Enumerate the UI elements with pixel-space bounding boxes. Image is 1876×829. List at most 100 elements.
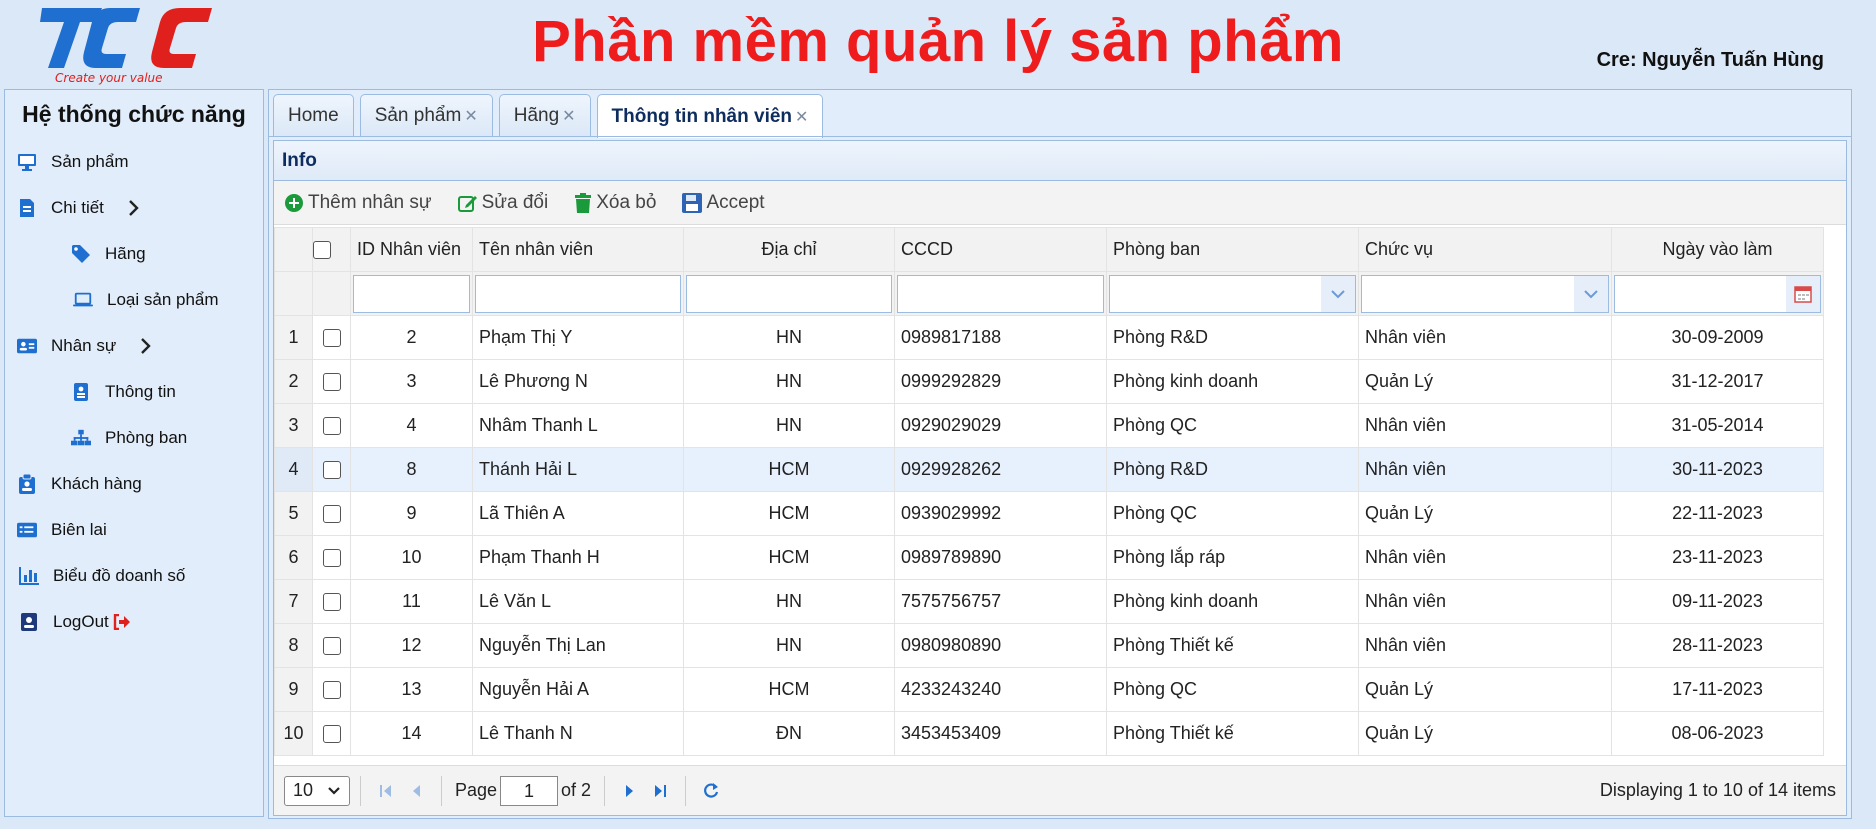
column-header-address[interactable]: Địa chỉ	[683, 227, 895, 272]
cell-name: Nhâm Thanh L	[472, 403, 684, 448]
first-page-icon	[380, 784, 391, 797]
table-row[interactable]: 9 13 Nguyễn Hải A HCM 4233243240 Phòng Q…	[274, 667, 1824, 712]
cell-role: Nhân viên	[1358, 579, 1612, 624]
sidebar-item-chi-tiet[interactable]: Chi tiết	[17, 188, 140, 228]
chevron-down-icon	[327, 782, 341, 805]
last-page-button[interactable]	[645, 776, 675, 806]
filter-name-input[interactable]	[475, 274, 681, 313]
sidebar-item-nhan-su[interactable]: Nhân sự	[17, 326, 152, 366]
row-checkbox[interactable]	[312, 711, 351, 756]
checkbox[interactable]	[322, 461, 341, 480]
page-number-input[interactable]: 1	[500, 775, 559, 806]
table-row[interactable]: 7 11 Lê Văn L HN 7575756757 Phòng kinh d…	[274, 579, 1824, 624]
checkbox[interactable]	[322, 637, 341, 656]
app-title: Phần mềm quản lý sản phẩm	[532, 9, 1344, 74]
last-page-icon	[655, 784, 667, 797]
delete-button[interactable]: Xóa bỏ	[574, 192, 656, 214]
sidebar-item-hang[interactable]: Hãng	[71, 234, 146, 274]
sidebar: Hệ thống chức năng Sản phẩm Chi tiết Hãn…	[4, 89, 264, 817]
cell-id: 13	[350, 667, 473, 712]
column-header-role[interactable]: Chức vụ	[1358, 227, 1612, 272]
row-checkbox[interactable]	[312, 491, 351, 536]
row-checkbox[interactable]	[312, 623, 351, 668]
close-icon[interactable]: ✕	[795, 107, 808, 127]
column-header-start-date[interactable]: Ngày vào làm	[1611, 227, 1824, 272]
accept-label: Accept	[706, 191, 765, 213]
cell-id: 3	[350, 359, 473, 404]
sidebar-item-bien-lai[interactable]: Biên lai	[17, 510, 107, 550]
chevron-down-icon[interactable]	[1321, 275, 1355, 312]
calendar-icon[interactable]	[1786, 275, 1820, 312]
filter-address-input[interactable]	[686, 274, 892, 313]
refresh-button[interactable]	[696, 776, 726, 806]
checkbox[interactable]	[322, 681, 341, 700]
row-checkbox[interactable]	[312, 447, 351, 492]
filter-date-input[interactable]	[1614, 274, 1821, 313]
row-checkbox[interactable]	[312, 579, 351, 624]
sidebar-item-phong-ban[interactable]: Phòng ban	[71, 418, 187, 458]
filter-id-input[interactable]	[353, 274, 470, 313]
row-checkbox[interactable]	[312, 403, 351, 448]
checkbox[interactable]	[313, 241, 331, 260]
row-checkbox[interactable]	[312, 315, 351, 360]
checkbox[interactable]	[322, 373, 341, 392]
prev-page-button[interactable]	[401, 776, 431, 806]
edit-button[interactable]: Sửa đổi	[457, 192, 548, 214]
filter-role-select[interactable]	[1361, 274, 1609, 313]
cell-id: 2	[350, 315, 473, 360]
sidebar-item-thong-tin[interactable]: Thông tin	[71, 372, 176, 412]
cell-cccd: 7575756757	[894, 579, 1107, 624]
next-page-button[interactable]	[615, 776, 645, 806]
table-row[interactable]: 1 2 Phạm Thị Y HN 0989817188 Phòng R&D N…	[274, 315, 1824, 360]
checkbox[interactable]	[322, 505, 341, 524]
cell-address: HN	[683, 403, 895, 448]
column-header-department[interactable]: Phòng ban	[1106, 227, 1359, 272]
sidebar-item-bieu-do-doanh-so[interactable]: Biểu đồ doanh số	[19, 556, 185, 596]
row-number-header	[274, 227, 313, 272]
accept-button[interactable]: Accept	[682, 191, 765, 214]
sidebar-item-san-pham[interactable]: Sản phẩm	[17, 142, 129, 182]
table-row[interactable]: 10 14 Lê Thanh N ĐN 3453453409 Phòng Thi…	[274, 711, 1824, 756]
close-icon[interactable]: ✕	[562, 106, 575, 126]
checkbox[interactable]	[322, 417, 341, 436]
cell-id: 8	[350, 447, 473, 492]
checkbox[interactable]	[322, 593, 341, 612]
sidebar-item-logout[interactable]: LogOut	[19, 602, 131, 642]
checkbox[interactable]	[322, 549, 341, 568]
sidebar-item-khach-hang[interactable]: Khách hàng	[17, 464, 142, 504]
row-checkbox[interactable]	[312, 667, 351, 712]
close-icon[interactable]: ✕	[464, 106, 477, 126]
column-header-cccd[interactable]: CCCD	[894, 227, 1107, 272]
checkbox[interactable]	[322, 329, 341, 348]
table-row[interactable]: 3 4 Nhâm Thanh L HN 0929029029 Phòng QC …	[274, 403, 1824, 448]
row-checkbox[interactable]	[312, 359, 351, 404]
select-all-checkbox[interactable]	[312, 227, 351, 272]
chevron-down-icon[interactable]	[1574, 275, 1608, 312]
table-row[interactable]: 5 9 Lã Thiên A HCM 0939029992 Phòng QC Q…	[274, 491, 1824, 536]
trash-icon	[575, 192, 592, 213]
cell-start-date: 09-11-2023	[1611, 579, 1824, 624]
table-row[interactable]: 8 12 Nguyễn Thị Lan HN 0980980890 Phòng …	[274, 623, 1824, 668]
laptop-icon	[73, 290, 93, 310]
checkbox[interactable]	[322, 725, 341, 744]
tab-san-pham[interactable]: Sản phẩm ✕	[359, 94, 493, 136]
cell-department: Phòng QC	[1106, 667, 1359, 712]
cell-start-date: 30-09-2009	[1611, 315, 1824, 360]
table-row[interactable]: 2 3 Lê Phương N HN 0999292829 Phòng kinh…	[274, 359, 1824, 404]
column-header-id[interactable]: ID Nhân viên	[350, 227, 473, 272]
cell-role: Quản Lý	[1358, 491, 1612, 536]
tab-hang[interactable]: Hãng ✕	[498, 94, 591, 136]
column-header-name[interactable]: Tên nhân viên	[472, 227, 684, 272]
row-checkbox[interactable]	[312, 535, 351, 580]
tab-thong-tin-nhan-vien[interactable]: Thông tin nhân viên ✕	[596, 94, 824, 138]
filter-cccd-input[interactable]	[897, 274, 1104, 313]
cell-start-date: 30-11-2023	[1611, 447, 1824, 492]
table-row[interactable]: 6 10 Phạm Thanh H HCM 0989789890 Phòng l…	[274, 535, 1824, 580]
add-employee-button[interactable]: Thêm nhân sự	[284, 192, 432, 214]
first-page-button[interactable]	[371, 776, 401, 806]
page-size-select[interactable]: 10	[284, 775, 350, 806]
table-row[interactable]: 4 8 Thánh Hải L HCM 0929928262 Phòng R&D…	[274, 447, 1824, 492]
tab-home[interactable]: Home	[273, 94, 354, 136]
filter-department-select[interactable]	[1109, 274, 1356, 313]
sidebar-item-loai-san-pham[interactable]: Loại sản phẩm	[73, 280, 219, 320]
